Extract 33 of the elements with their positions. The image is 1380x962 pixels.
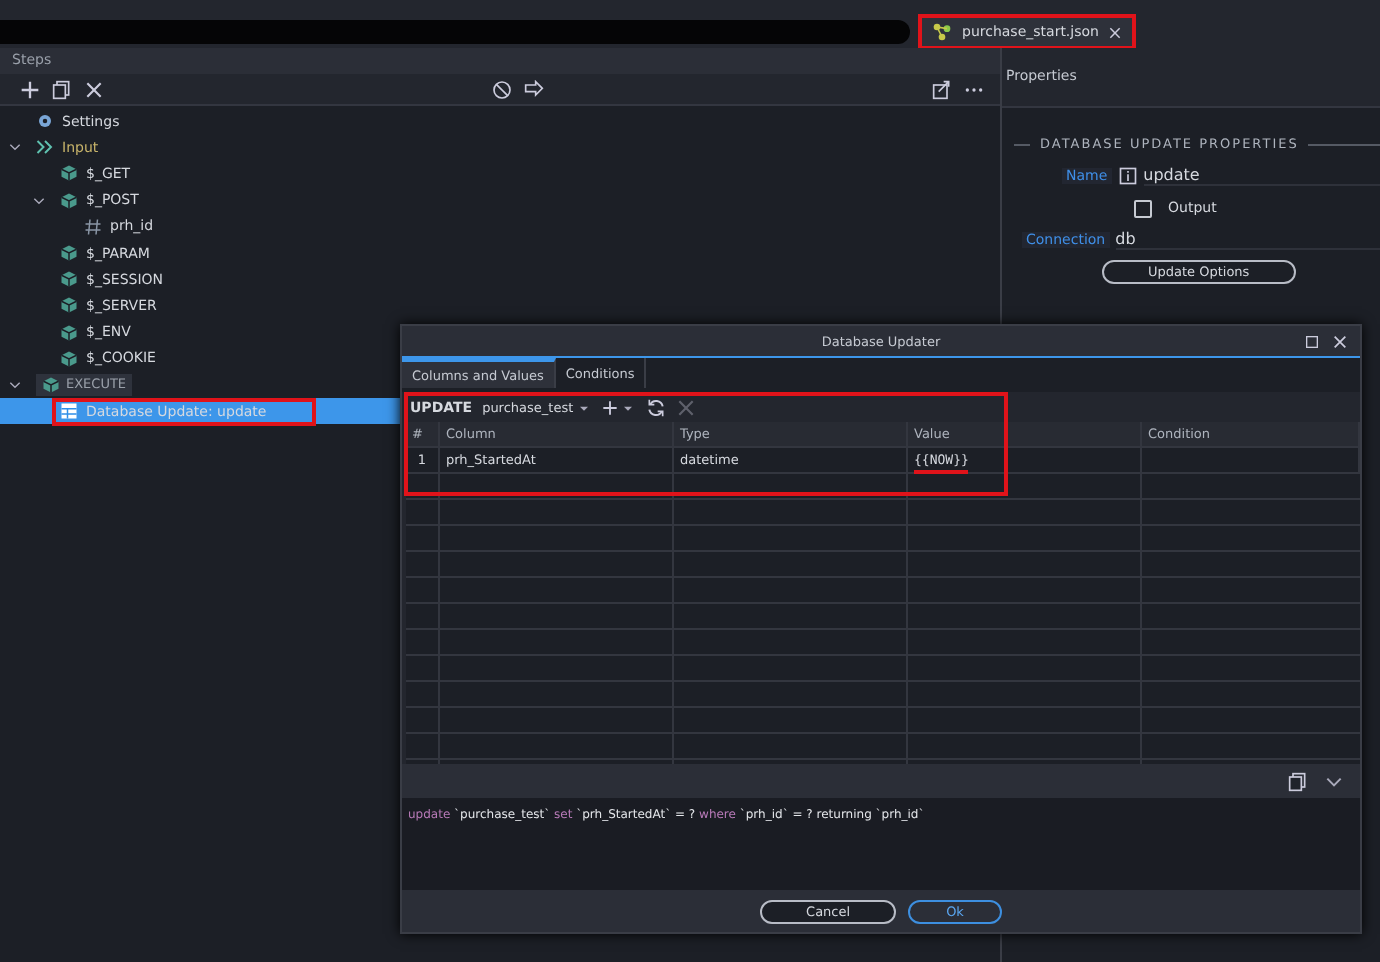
copy-icon[interactable]: [52, 79, 72, 99]
close-icon[interactable]: [84, 79, 104, 99]
chevron-icon[interactable]: [32, 193, 46, 208]
arrow-icon[interactable]: [524, 79, 544, 99]
refresh-icon[interactable]: [645, 397, 666, 417]
close-icon[interactable]: [1332, 334, 1348, 350]
add-icon[interactable]: [20, 79, 40, 99]
add-icon: [601, 399, 618, 415]
flow-icon: [932, 22, 952, 42]
chevron-icon[interactable]: [8, 377, 22, 392]
cube-icon: [60, 296, 78, 315]
cube-icon: [60, 270, 78, 289]
export-icon[interactable]: [932, 79, 952, 99]
maximize-icon[interactable]: [1304, 334, 1320, 350]
disable-icon[interactable]: [492, 79, 512, 99]
chevrons-icon: [36, 138, 54, 157]
cube-icon: [60, 323, 78, 342]
cube-icon: [60, 164, 78, 183]
cube-icon: [60, 349, 78, 368]
close-icon[interactable]: [1108, 25, 1123, 39]
chevron-icon[interactable]: [8, 140, 22, 155]
cube-icon: [42, 375, 60, 394]
info-icon: [1117, 166, 1138, 186]
table-icon: [60, 402, 78, 421]
cube-icon: [60, 244, 78, 263]
output-checkbox[interactable]: [1134, 199, 1152, 217]
name-field[interactable]: update: [1143, 166, 1380, 186]
connection-field[interactable]: db: [1115, 230, 1380, 250]
delete-icon[interactable]: [675, 397, 696, 417]
copy-icon[interactable]: [1288, 771, 1308, 791]
cube-icon: [60, 191, 78, 210]
hash-icon: [84, 217, 102, 236]
add-dropdown[interactable]: [601, 399, 636, 415]
